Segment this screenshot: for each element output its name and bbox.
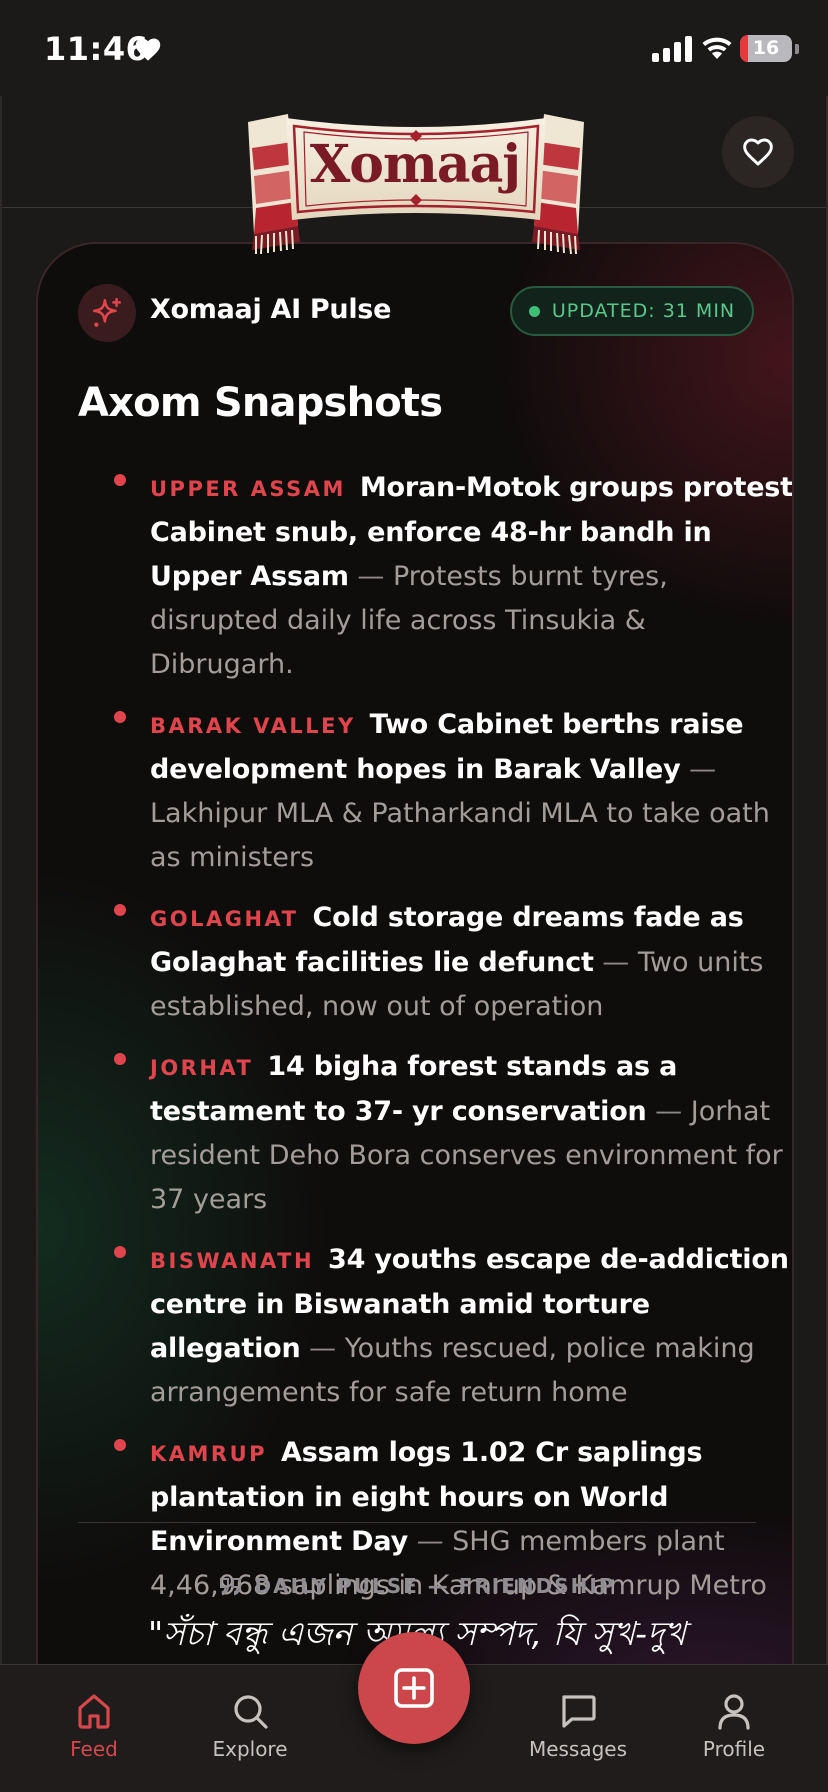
add-post-icon [394,1668,434,1708]
frame-line-left [0,96,2,1666]
snapshot-region: BARAK VALLEY [150,714,356,738]
status-time: 11:46 [44,30,149,68]
updated-badge: UPDATED: 31 MIN [510,286,754,336]
bullet [114,1246,126,1258]
favorites-button[interactable] [722,116,794,188]
bullet [114,1053,126,1065]
home-icon [78,1694,110,1729]
snapshot-region: BISWANATH [150,1249,315,1273]
battery-indicator: 16 [740,35,792,62]
chat-bubble-icon [562,1695,596,1728]
bullet [114,904,126,916]
battery-level-text: 16 [752,37,780,59]
search-icon [234,1695,268,1729]
bullet [114,711,126,723]
nav-messages-label: Messages [528,1737,628,1761]
pulse-card: Xomaaj AI Pulse UPDATED: 31 MIN Axom Sna… [36,242,794,1692]
updated-text: UPDATED: 31 MIN [551,300,736,322]
nav-explore-label: Explore [212,1737,288,1761]
wifi-icon [702,37,732,59]
snapshot-item[interactable]: BARAK VALLEY Two Cabinet berths raise dev… [78,703,792,880]
snapshot-summary: Lakhipur MLA & Patharkandi MLA to take o… [150,798,770,873]
snapshot-region: GOLAGHAT [150,907,299,931]
snapshot-region: JORHAT [150,1056,254,1080]
user-icon [718,1694,750,1730]
snapshot-item[interactable]: GOLAGHAT Cold storage dreams fade as Gola… [78,896,792,1029]
create-post-button[interactable] [358,1632,470,1744]
nav-explore[interactable]: Explore [180,1691,320,1761]
bullet [114,1439,126,1451]
nav-messages[interactable]: Messages [508,1691,648,1761]
bullet [114,474,126,486]
nav-feed-label: Feed [70,1737,118,1761]
snapshot-region: UPPER ASSAM [150,477,346,501]
nav-profile-label: Profile [702,1737,766,1761]
card-divider [78,1522,756,1523]
heart-icon [743,138,773,166]
brand-title: Xomaaj [309,134,521,195]
battery-cap [795,44,799,54]
signal-icon [652,36,692,62]
quote-icon [219,1578,241,1596]
status-heart-icon [135,38,161,61]
nav-profile[interactable]: Profile [664,1691,804,1761]
snapshot-region: KAMRUP [150,1442,268,1466]
snapshot-list: UPPER ASSAM Moran-Motok groups protest Ca… [78,466,792,1624]
sparkle-icon [78,284,136,342]
daily-pulse-label: DAILY PULSE — FRIENDSHIP [254,1574,616,1598]
app-screen: 11:46 16 Xomaaj AI Pulse UPDATED: 31 MIN… [0,0,828,1792]
pulse-label: Xomaaj AI Pulse [150,294,392,325]
snapshot-item[interactable]: BISWANATH 34 youths escape de-addiction c… [78,1238,792,1415]
daily-pulse-header: DAILY PULSE — FRIENDSHIP [38,1574,792,1598]
status-bar: 11:46 16 [0,0,828,96]
section-title: Axom Snapshots [78,380,443,426]
snapshot-item[interactable]: JORHAT 14 bigha forest stands as a testam… [78,1045,792,1222]
snapshot-item[interactable]: UPPER ASSAM Moran-Motok groups protest Ca… [78,466,792,687]
nav-feed[interactable]: Feed [24,1691,164,1761]
live-dot [528,305,540,317]
